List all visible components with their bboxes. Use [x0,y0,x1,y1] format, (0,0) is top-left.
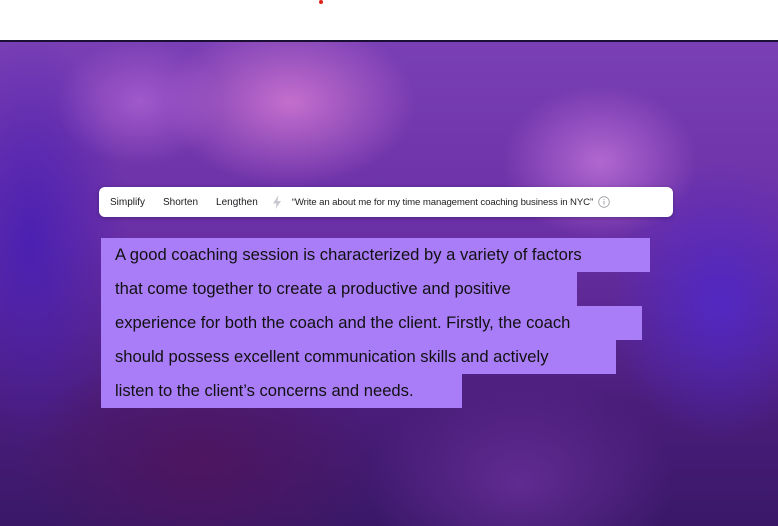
text-line: listen to the client’s concerns and need… [101,374,462,408]
shorten-button[interactable]: Shorten [163,197,198,208]
red-dot-marker [319,0,323,4]
info-icon[interactable] [598,196,610,208]
lightning-icon [270,194,284,210]
text-line: experience for both the coach and the cl… [101,306,642,340]
lengthen-button[interactable]: Lengthen [216,197,258,208]
page: Simplify Shorten Lengthen “Write an abou… [0,0,778,526]
text-line: should possess excellent communication s… [101,340,616,374]
generated-text-block[interactable]: A good coaching session is characterized… [101,238,661,408]
prompt-text[interactable]: “Write an about me for my time managemen… [292,197,593,208]
text-line: A good coaching session is characterized… [101,238,650,272]
ai-toolbar: Simplify Shorten Lengthen “Write an abou… [99,187,673,217]
text-line: that come together to create a productiv… [101,272,577,306]
editor-canvas: Simplify Shorten Lengthen “Write an abou… [0,40,778,526]
simplify-button[interactable]: Simplify [110,197,145,208]
